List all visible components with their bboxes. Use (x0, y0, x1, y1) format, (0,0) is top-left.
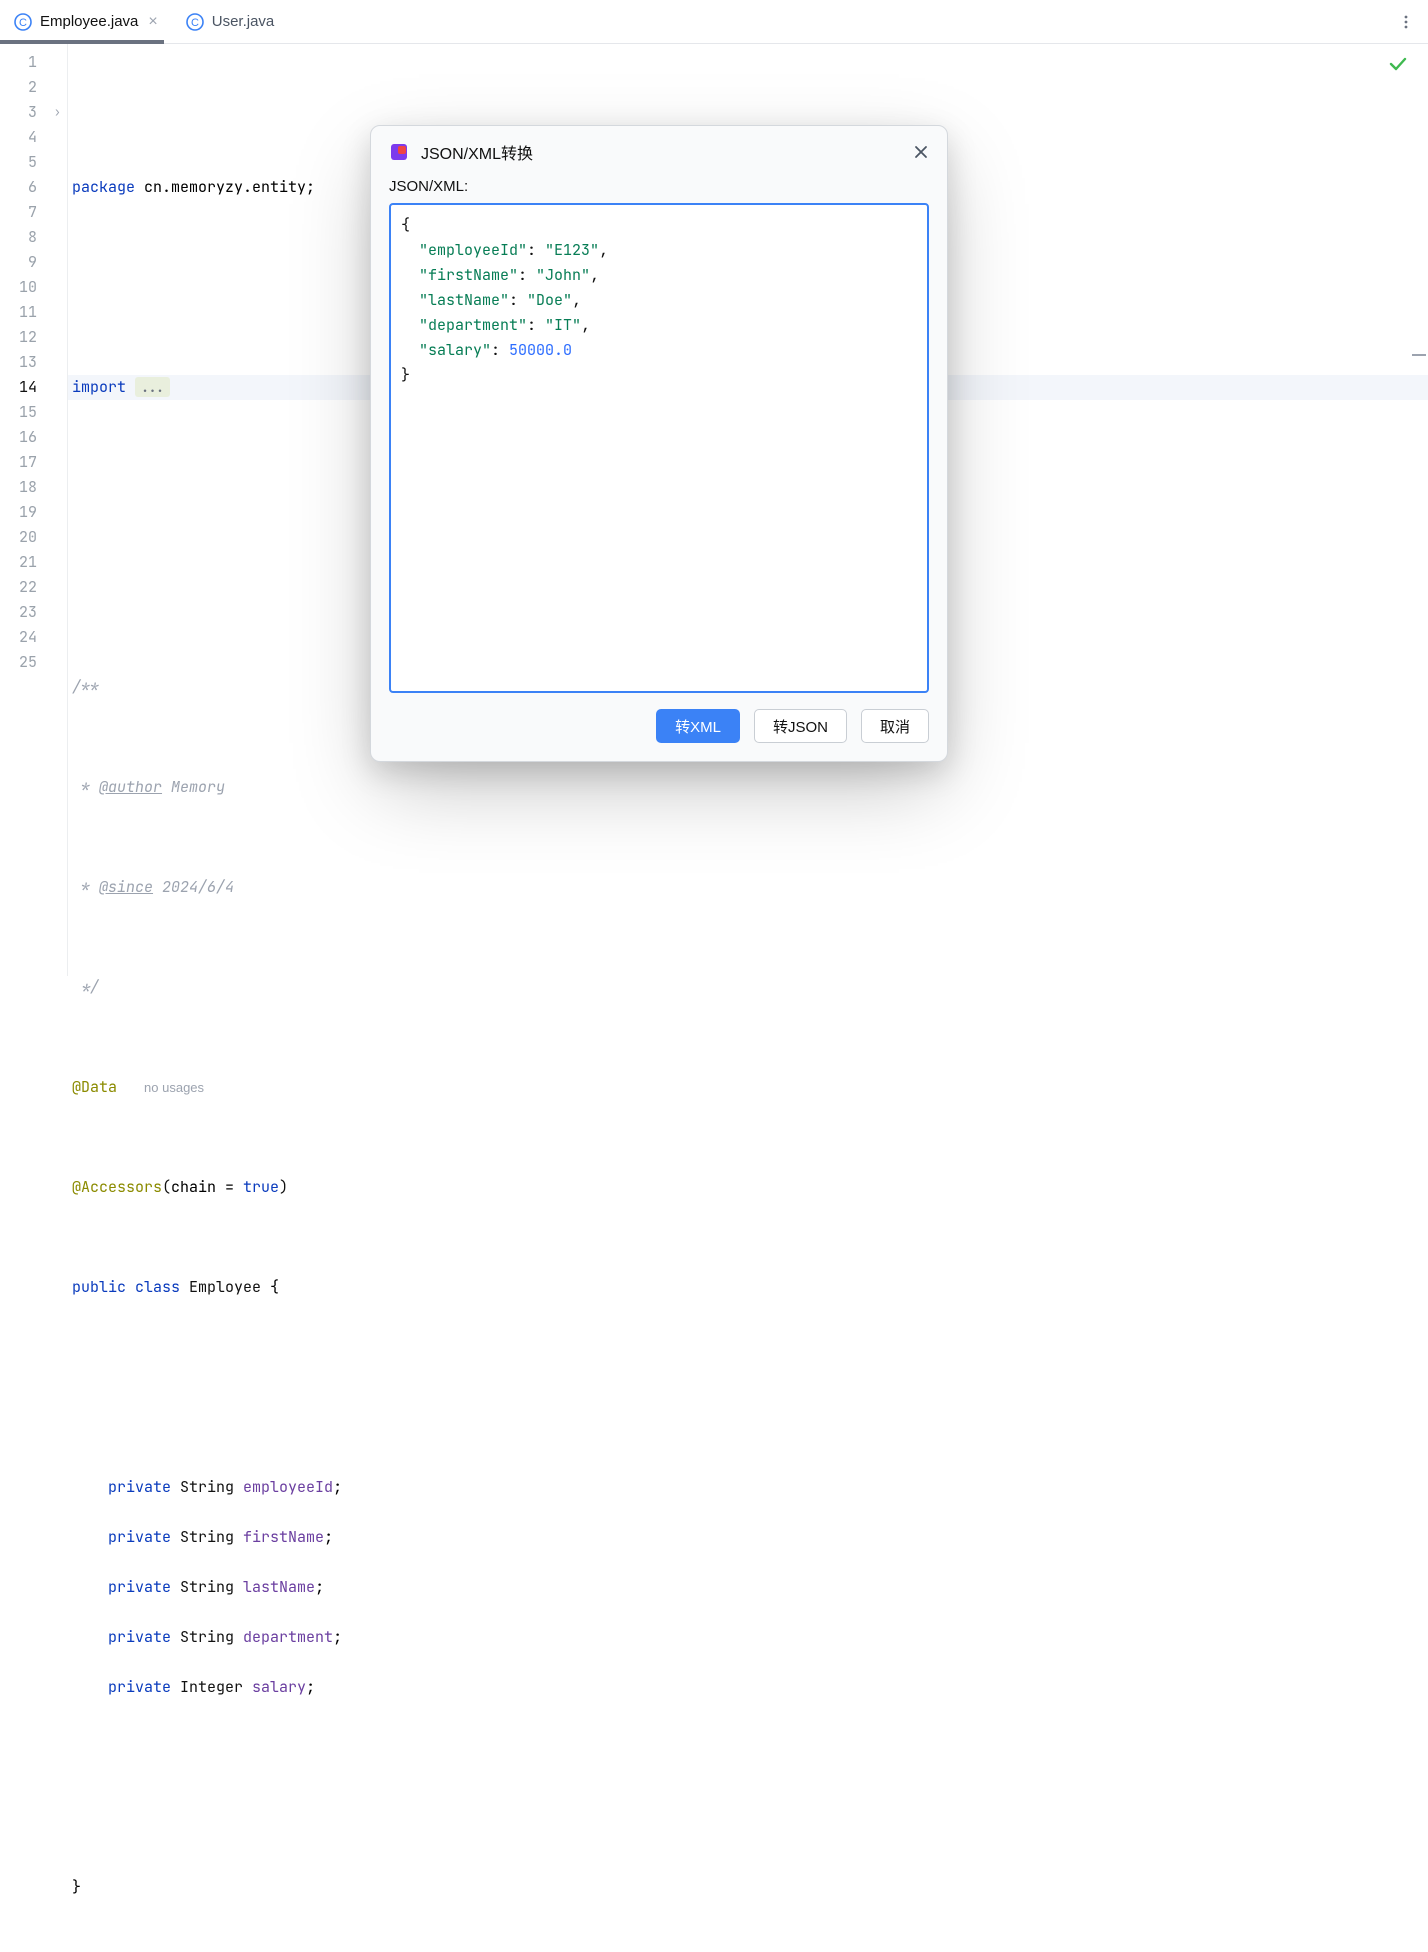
line-number: 24 (0, 625, 67, 650)
svg-text:C: C (191, 17, 199, 29)
java-class-icon: C (186, 13, 204, 31)
line-number: 19 (0, 500, 67, 525)
line-number: 8 (0, 225, 67, 250)
field-decl: private String firstName; (68, 1525, 1428, 1550)
tab-employee[interactable]: C Employee.java × (0, 0, 172, 43)
line-number: 5 (0, 150, 67, 175)
plugin-icon (389, 142, 409, 162)
close-icon[interactable] (913, 144, 929, 160)
dialog-title: JSON/XML转换 (421, 140, 533, 164)
line-number: 21 (0, 550, 67, 575)
dialog-buttons: 转XML 转JSON 取消 (371, 709, 947, 761)
line-number: 16 (0, 425, 67, 450)
line-number: 6 (0, 175, 67, 200)
doc-author-value: Memory (162, 777, 225, 797)
convert-json-button[interactable]: 转JSON (754, 709, 847, 743)
field-decl: private String employeeId; (68, 1475, 1428, 1500)
tab-user[interactable]: C User.java (172, 0, 289, 43)
line-number: 18 (0, 475, 67, 500)
package-name: cn.memoryzy.entity; (135, 177, 315, 197)
no-usages-hint[interactable]: no usages (144, 1080, 204, 1095)
field-decl: private String lastName; (68, 1575, 1428, 1600)
more-vert-icon[interactable] (1398, 14, 1414, 30)
line-number: 10 (0, 275, 67, 300)
doc-open: /** (72, 677, 99, 697)
json-xml-dialog: JSON/XML转换 JSON/XML: { "employeeId": "E1… (370, 125, 948, 762)
dialog-titlebar: JSON/XML转换 (371, 126, 947, 172)
line-number: 15 (0, 400, 67, 425)
kw-import: import (72, 377, 126, 397)
line-number: 22 (0, 575, 67, 600)
java-class-icon: C (14, 13, 32, 31)
line-number: 14 (0, 375, 67, 400)
anno-arg-key: chain = (171, 1177, 243, 1197)
tab-label: User.java (212, 13, 275, 30)
open-brace: { (261, 1277, 279, 1297)
doc-since-value: 2024/6/4 (153, 877, 234, 897)
anno-data: @Data (72, 1077, 117, 1097)
line-number: 1 (0, 50, 67, 75)
field-decl: private String department; (68, 1625, 1428, 1650)
kw-package: package (72, 177, 135, 197)
cancel-button[interactable]: 取消 (861, 709, 929, 743)
line-number: 13 (0, 350, 67, 375)
doc-close: */ (72, 977, 99, 997)
tabbar: C Employee.java × C User.java (0, 0, 1428, 44)
line-number: 3› (0, 100, 67, 125)
fold-toggle-icon[interactable]: › (54, 100, 61, 125)
line-number: 12 (0, 325, 67, 350)
line-number: 4 (0, 125, 67, 150)
class-mods: public class (72, 1277, 189, 1297)
line-number: 7 (0, 200, 67, 225)
line-number: 17 (0, 450, 67, 475)
anno-arg-val: true (243, 1177, 279, 1197)
doc-tag-since: @since (99, 877, 153, 897)
doc-tag-author: @author (99, 777, 162, 797)
fold-ellipsis[interactable]: ... (135, 377, 170, 397)
field-decl: private Integer salary; (68, 1675, 1428, 1700)
doc-prefix: * (72, 777, 99, 797)
tab-label: Employee.java (40, 13, 138, 30)
anno-accessors: @Accessors (72, 1177, 162, 1197)
svg-text:C: C (19, 17, 27, 29)
convert-xml-button[interactable]: 转XML (656, 709, 740, 743)
line-number: 9 (0, 250, 67, 275)
gutter: 123›456789101112131415161718192021222324… (0, 44, 68, 976)
close-brace: } (72, 1877, 81, 1897)
line-number: 20 (0, 525, 67, 550)
class-name: Employee (189, 1277, 261, 1297)
line-number: 2 (0, 75, 67, 100)
line-number: 25 (0, 650, 67, 675)
line-number: 11 (0, 300, 67, 325)
doc-prefix: * (72, 877, 99, 897)
close-icon[interactable]: × (148, 13, 157, 31)
line-number: 23 (0, 600, 67, 625)
